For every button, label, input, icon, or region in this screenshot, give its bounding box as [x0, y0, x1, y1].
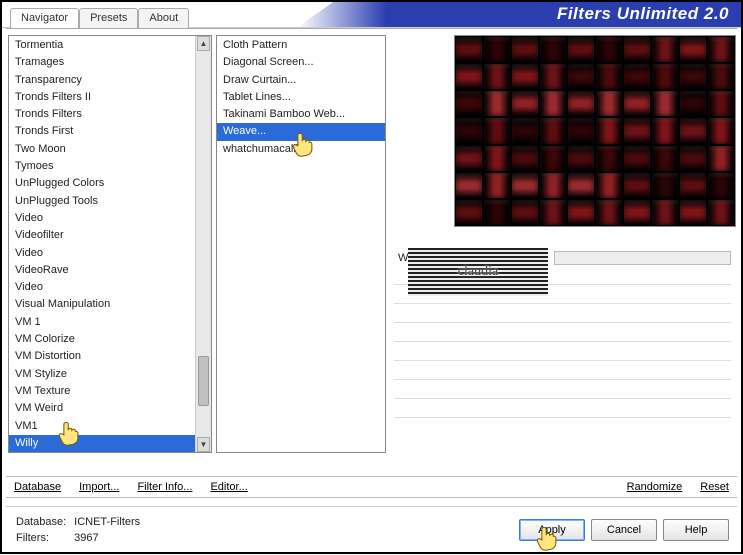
list-item[interactable]: Tymoes [9, 158, 211, 175]
list-item[interactable]: Two Moon [9, 141, 211, 158]
categories-scrollbar[interactable]: ▲ ▼ [195, 36, 211, 452]
list-item[interactable]: VM 1 [9, 314, 211, 331]
list-item[interactable]: VM1 [9, 418, 211, 435]
editor-link[interactable]: Editor... [210, 481, 247, 493]
filters-count-value: 3967 [74, 531, 140, 545]
list-item[interactable]: Willy [9, 435, 211, 452]
footer-bar: Database: ICNET-Filters Filters: 3967 Ap… [6, 506, 737, 552]
list-item[interactable]: UnPlugged Tools [9, 193, 211, 210]
list-item[interactable]: Tramages [9, 54, 211, 71]
tab-bar: NavigatorPresetsAbout [10, 8, 189, 28]
cancel-button[interactable]: Cancel [591, 519, 657, 541]
categories-column: TormentiaTramagesTransparencyTronds Filt… [6, 35, 214, 502]
scroll-down-icon[interactable]: ▼ [197, 437, 210, 452]
list-item[interactable]: Tronds First [9, 123, 211, 140]
list-item[interactable]: Draw Curtain... [217, 72, 385, 89]
list-item[interactable]: Visual Manipulation [9, 296, 211, 313]
footer-info: Database: ICNET-Filters Filters: 3967 [14, 513, 142, 547]
filters-listbox[interactable]: Cloth PatternDiagonal Screen...Draw Curt… [216, 35, 386, 453]
list-item[interactable]: VM Texture [9, 383, 211, 400]
slider-row-empty [394, 382, 731, 400]
slider-row-empty [394, 363, 731, 381]
list-item[interactable]: Tronds Filters [9, 106, 211, 123]
slider-row-empty [394, 344, 731, 362]
slider-row-empty [394, 325, 731, 343]
randomize-link[interactable]: Randomize [627, 481, 683, 493]
reset-link[interactable]: Reset [700, 481, 729, 493]
list-item[interactable]: whatchumacallit [217, 141, 385, 158]
tab-presets[interactable]: Presets [79, 8, 138, 28]
list-item[interactable]: VM Stylize [9, 366, 211, 383]
slider-row-empty [394, 401, 731, 419]
list-item[interactable]: Takinami Bamboo Web... [217, 106, 385, 123]
list-item[interactable]: VM Colorize [9, 331, 211, 348]
list-item[interactable]: VideoRave [9, 262, 211, 279]
title-banner: Filters Unlimited 2.0 NavigatorPresetsAb… [2, 2, 741, 28]
apply-button[interactable]: Apply [519, 519, 585, 541]
list-item[interactable]: Tronds Filters II [9, 89, 211, 106]
list-item[interactable]: UnPlugged Colors [9, 175, 211, 192]
filterinfo-link[interactable]: Filter Info... [137, 481, 192, 493]
filters-count-label: Filters: [16, 531, 72, 545]
import-link[interactable]: Import... [79, 481, 119, 493]
link-button-bar: Database Import... Filter Info... Editor… [6, 476, 737, 498]
list-item[interactable]: °v° Kiwi`s Oelfilter [9, 452, 211, 453]
db-value: ICNET-Filters [74, 515, 140, 529]
list-item[interactable]: Tablet Lines... [217, 89, 385, 106]
list-item[interactable]: Video [9, 210, 211, 227]
slider-row-empty [394, 306, 731, 324]
db-label: Database: [16, 515, 72, 529]
list-item[interactable]: Cloth Pattern [217, 37, 385, 54]
watermark-badge: claudia [408, 248, 548, 296]
scroll-up-icon[interactable]: ▲ [197, 36, 210, 51]
list-item[interactable]: Transparency [9, 72, 211, 89]
list-item[interactable]: Weave... [217, 123, 385, 140]
list-item[interactable]: Video [9, 279, 211, 296]
preview-image [454, 35, 736, 227]
slider-track[interactable] [554, 251, 731, 265]
list-item[interactable]: Diagonal Screen... [217, 54, 385, 71]
list-item[interactable]: VM Distortion [9, 348, 211, 365]
list-item[interactable]: Tormentia [9, 37, 211, 54]
tab-about[interactable]: About [138, 8, 189, 28]
help-button[interactable]: Help [663, 519, 729, 541]
tab-navigator[interactable]: Navigator [10, 8, 79, 28]
list-item[interactable]: Video [9, 245, 211, 262]
main-panel: TormentiaTramagesTransparencyTronds Filt… [6, 28, 737, 502]
list-item[interactable]: Videofilter [9, 227, 211, 244]
scroll-thumb[interactable] [198, 356, 209, 406]
database-link[interactable]: Database [14, 481, 61, 493]
categories-listbox[interactable]: TormentiaTramagesTransparencyTronds Filt… [8, 35, 212, 453]
app-title: Filters Unlimited 2.0 [557, 4, 729, 24]
filters-column: Cloth PatternDiagonal Screen...Draw Curt… [214, 35, 388, 502]
list-item[interactable]: VM Weird [9, 400, 211, 417]
